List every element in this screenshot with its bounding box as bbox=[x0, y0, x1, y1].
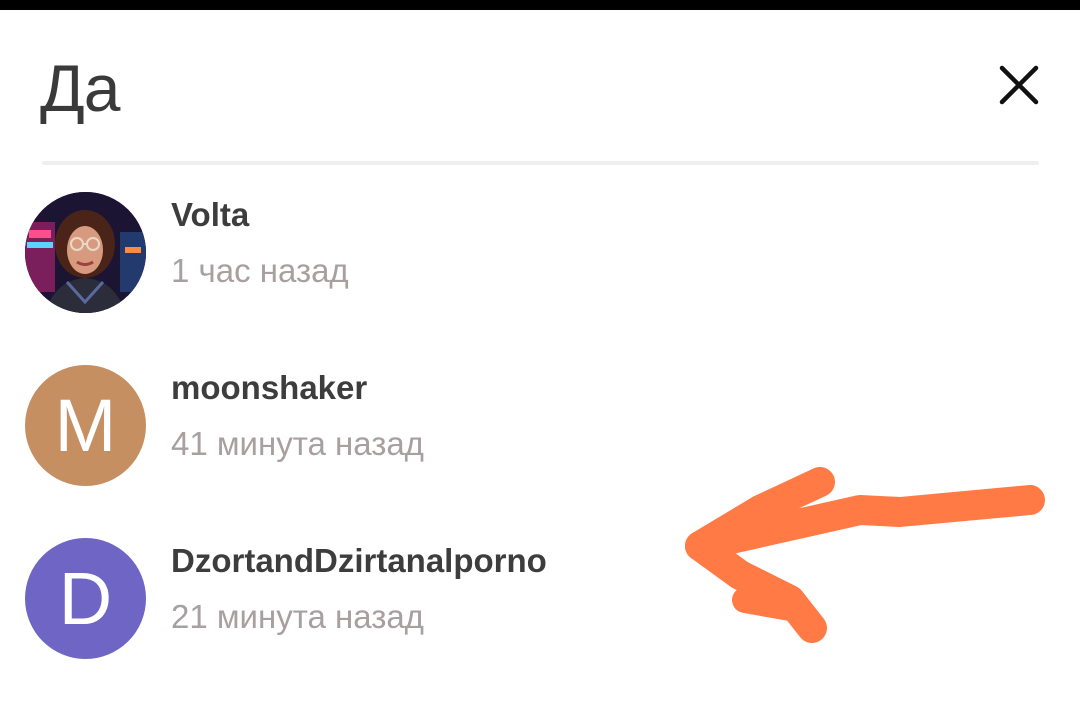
user-timestamp: 21 минута назад bbox=[171, 598, 424, 635]
avatar-photo-icon bbox=[25, 192, 146, 313]
user-timestamp: 1 час назад bbox=[171, 252, 349, 289]
list-item-user-moonshaker[interactable]: M moonshaker 41 минута назад bbox=[0, 365, 1080, 515]
avatar: D bbox=[25, 538, 146, 659]
avatar bbox=[25, 192, 146, 313]
user-timestamp: 41 минута назад bbox=[171, 425, 424, 462]
avatar-letter: M bbox=[54, 384, 117, 467]
close-icon bbox=[999, 65, 1039, 105]
avatar: M bbox=[25, 365, 146, 486]
user-name: Volta bbox=[171, 196, 250, 233]
user-name: moonshaker bbox=[171, 369, 368, 406]
avatar-letter: D bbox=[58, 557, 113, 640]
status-bar-strip bbox=[0, 0, 1080, 10]
dialog-title: Да bbox=[40, 51, 120, 125]
list-item-user-volta[interactable]: Volta 1 час назад bbox=[0, 192, 1080, 342]
close-button[interactable] bbox=[990, 56, 1048, 114]
list-item-user-dzortanddzirtanalporno[interactable]: D DzortandDzirtanalporno 21 минута назад bbox=[0, 538, 1080, 688]
title-divider bbox=[42, 161, 1039, 165]
user-name: DzortandDzirtanalporno bbox=[171, 542, 547, 579]
